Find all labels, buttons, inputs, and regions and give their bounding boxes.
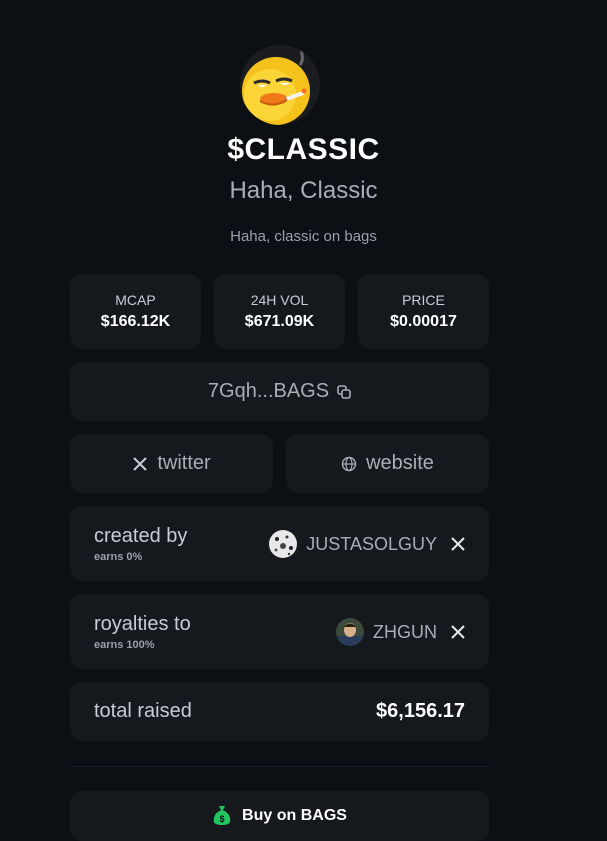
buy-button-label: Buy on BAGS <box>242 807 347 824</box>
stat-value: $0.00017 <box>390 313 457 330</box>
stat-value: $671.09K <box>244 313 315 330</box>
creator-profile[interactable]: JUSTASOLGUY <box>269 530 437 558</box>
copy-icon <box>337 384 351 399</box>
total-raised-value: $6,156.17 <box>376 700 465 722</box>
svg-text:$: $ <box>220 814 225 824</box>
total-raised-label: total raised <box>94 700 192 722</box>
twitter-link-label: twitter <box>157 452 211 474</box>
total-raised-card: total raised $6,156.17 <box>70 682 489 741</box>
website-link-label: website <box>366 452 434 474</box>
token-description: Haha, classic on bags <box>230 228 377 245</box>
creator-username: JUSTASOLGUY <box>306 533 437 554</box>
royalties-label: royalties to <box>94 613 191 635</box>
duck-smoking-icon <box>240 45 320 125</box>
contract-address-button[interactable]: 7Gqh...BAGS <box>70 362 489 421</box>
contract-address: 7Gqh...BAGS <box>207 380 330 402</box>
creator-earns: earns 0% <box>94 551 143 563</box>
divider <box>70 766 489 767</box>
avatar <box>336 618 364 646</box>
x-icon[interactable] <box>451 625 465 639</box>
stat-price: PRICE $0.00017 <box>358 274 489 349</box>
x-icon <box>133 456 148 471</box>
stat-label: MCAP <box>115 292 156 308</box>
website-link[interactable]: website <box>286 434 489 493</box>
money-bag-icon: $ <box>213 806 231 825</box>
avatar <box>269 530 298 558</box>
token-name: Haha, Classic <box>229 177 378 204</box>
token-ticker: $CLASSIC <box>227 133 380 166</box>
stat-mcap: MCAP $166.12K <box>70 274 201 349</box>
stat-label: PRICE <box>402 292 445 308</box>
stat-24h-vol: 24H VOL $671.09K <box>214 274 345 349</box>
globe-icon <box>341 456 357 471</box>
created-by-card: created by earns 0% JUSTASOLGUY <box>70 506 489 581</box>
created-by-label: created by <box>94 525 188 547</box>
twitter-link[interactable]: twitter <box>70 434 273 493</box>
royalties-username: ZHGUN <box>373 621 437 642</box>
stat-label: 24H VOL <box>250 292 309 308</box>
buy-on-bags-button[interactable]: $ Buy on BAGS <box>70 791 489 841</box>
royalties-card: royalties to earns 100% ZHGUN <box>70 594 489 669</box>
stat-value: $166.12K <box>100 313 171 330</box>
royalties-profile[interactable]: ZHGUN <box>336 618 437 646</box>
x-icon[interactable] <box>451 537 465 551</box>
creator-avatar-image <box>269 530 298 558</box>
token-avatar <box>240 45 320 125</box>
royalties-earns: earns 100% <box>94 639 155 651</box>
royalties-avatar-image <box>336 618 364 646</box>
